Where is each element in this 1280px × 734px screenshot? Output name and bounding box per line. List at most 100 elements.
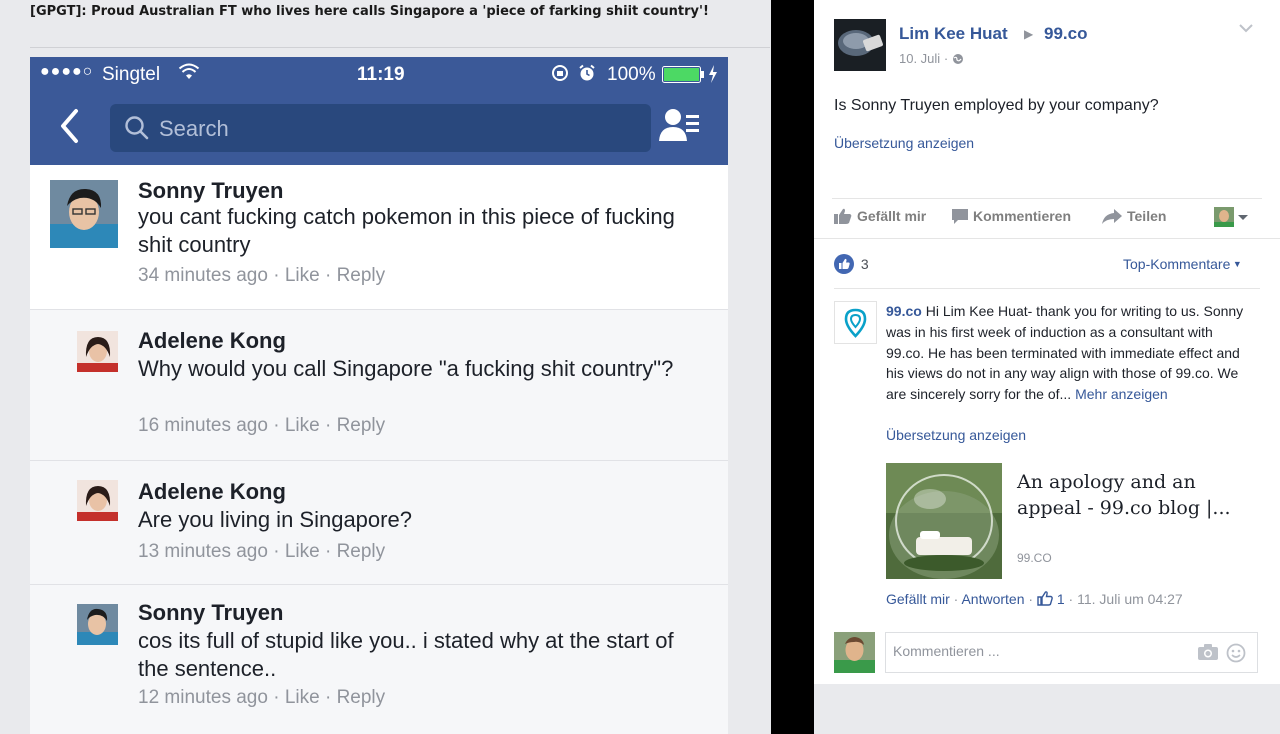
reply-comment: 99.co Hi Lim Kee Huat- thank you for wri…: [886, 301, 1246, 405]
reply-link[interactable]: Reply: [337, 541, 386, 562]
caret-down-icon: [1238, 215, 1248, 220]
comment-time: 34 minutes ago: [138, 265, 268, 286]
rotation-lock-icon: [551, 64, 569, 88]
post-author[interactable]: Lim Kee Huat: [899, 24, 1008, 44]
like-link[interactable]: Like: [285, 415, 320, 436]
battery-percent: 100%: [607, 64, 656, 85]
battery-icon: [662, 66, 706, 90]
facebook-post: Lim Kee Huat ▶ 99.co 10. Juli · Is Sonny…: [814, 0, 1280, 684]
carrier-label: Singtel: [102, 64, 161, 85]
avatar[interactable]: [77, 331, 118, 372]
thumbs-up-outline-icon: [1037, 591, 1053, 606]
comment-field[interactable]: [885, 632, 1258, 673]
target-page[interactable]: 99.co: [1044, 24, 1087, 44]
comment-sort-dropdown[interactable]: Top-Kommentare ▼: [1123, 256, 1242, 272]
signal-icon: ●●●●○: [40, 63, 94, 80]
comment-time: 12 minutes ago: [138, 687, 268, 708]
phone-screenshot: ●●●●○ Singtel 11:19 100% Search Sonny Tr…: [30, 57, 728, 734]
like-summary[interactable]: 3: [834, 254, 869, 274]
charging-icon: [708, 65, 718, 89]
comment-author[interactable]: Sonny Truyen: [138, 600, 283, 626]
comment-text: Are you living in Singapore?: [138, 507, 412, 532]
location-pin-icon: [844, 308, 867, 338]
page-background: [814, 684, 1280, 734]
reply-reply-link[interactable]: Antworten: [961, 591, 1024, 607]
globe-icon: [952, 54, 963, 64]
comment-time: 13 minutes ago: [138, 541, 268, 562]
comment-meta: 16 minutes ago · Like · Reply: [138, 415, 386, 436]
current-user-avatar[interactable]: [834, 632, 875, 673]
share-button[interactable]: Teilen: [1102, 208, 1166, 224]
comment-item: Sonny Truyen you cant fucking catch poke…: [30, 165, 728, 310]
back-button[interactable]: [56, 107, 86, 145]
page-avatar[interactable]: [834, 301, 877, 344]
like-link[interactable]: Like: [285, 687, 320, 708]
reply-like-link[interactable]: Gefällt mir: [886, 591, 950, 607]
reaction-avatar-selector[interactable]: [1214, 207, 1253, 227]
speech-bubble-icon: [952, 209, 968, 224]
post-options-button[interactable]: [1236, 18, 1256, 38]
divider: [814, 238, 1280, 239]
comment-author[interactable]: Adelene Kong: [138, 479, 286, 505]
link-thumbnail: [886, 463, 1002, 579]
divider: [834, 288, 1260, 289]
comment-item: Adelene Kong Why would you call Singapor…: [30, 310, 728, 461]
status-bar: ●●●●○ Singtel 11:19 100%: [30, 57, 728, 91]
comment-text: you cant fucking catch pokemon in this p…: [138, 204, 675, 257]
reply-author[interactable]: 99.co: [886, 303, 922, 319]
search-placeholder: Search: [159, 116, 229, 141]
reply-link[interactable]: Reply: [337, 415, 386, 436]
clock: 11:19: [357, 64, 405, 85]
search-input[interactable]: Search: [110, 104, 651, 152]
like-link[interactable]: Like: [285, 265, 320, 286]
reply-like-count[interactable]: 1: [1037, 591, 1065, 607]
comment-author[interactable]: Adelene Kong: [138, 328, 286, 354]
link-preview-card[interactable]: An apology and an appeal - 99.co blog |.…: [886, 463, 1256, 579]
emoji-icon[interactable]: [1226, 643, 1246, 668]
comment-button[interactable]: Kommentieren: [952, 208, 1071, 224]
link-domain: 99.CO: [1017, 551, 1052, 565]
like-link[interactable]: Like: [285, 541, 320, 562]
post-text: Is Sonny Truyen employed by your company…: [834, 97, 1159, 114]
divider: [832, 198, 1262, 199]
reply-meta: Gefällt mir · Antworten · 1 · 11. Juli u…: [886, 591, 1183, 607]
reply-link[interactable]: Reply: [337, 687, 386, 708]
post-date: 10. Juli ·: [899, 51, 964, 66]
avatar[interactable]: [50, 180, 118, 248]
like-reaction-icon: [834, 254, 854, 274]
avatar[interactable]: [77, 604, 118, 645]
reply-link[interactable]: Reply: [337, 265, 386, 286]
comment-time: 16 minutes ago: [138, 415, 268, 436]
comment-input[interactable]: [891, 642, 1195, 660]
comment-text: Why would you call Singapore "a fucking …: [138, 356, 674, 381]
avatar[interactable]: [77, 480, 118, 521]
chevron-left-icon: [61, 109, 78, 143]
share-arrow-icon: [1102, 209, 1122, 224]
post-date-text[interactable]: 10. Juli: [899, 51, 940, 66]
reply-translate-link[interactable]: Übersetzung anzeigen: [886, 427, 1026, 443]
comment-text: cos its full of stupid like you.. i stat…: [138, 628, 674, 681]
comment-meta: 13 minutes ago · Like · Reply: [138, 541, 386, 562]
thumbs-up-icon: [834, 208, 852, 224]
contacts-button[interactable]: [658, 105, 702, 145]
reply-timestamp[interactable]: 11. Juli um 04:27: [1077, 591, 1183, 607]
alarm-icon: [578, 64, 596, 88]
comment-meta: 12 minutes ago · Like · Reply: [138, 687, 386, 708]
divider: [30, 47, 770, 48]
author-avatar[interactable]: [834, 19, 886, 71]
see-more-link[interactable]: Mehr anzeigen: [1075, 386, 1168, 402]
forum-screenshot-panel: [GPGT]: Proud Australian FT who lives he…: [0, 0, 771, 734]
forum-post-title: [GPGT]: Proud Australian FT who lives he…: [30, 4, 709, 19]
link-title: An apology and an appeal - 99.co blog |.…: [1017, 471, 1231, 519]
comment-author[interactable]: Sonny Truyen: [138, 178, 283, 204]
comment-item: Adelene Kong Are you living in Singapore…: [30, 461, 728, 585]
translate-link[interactable]: Übersetzung anzeigen: [834, 135, 974, 151]
like-count: 3: [860, 256, 869, 272]
arrow-right-icon: ▶: [1024, 27, 1034, 41]
comment-meta: 34 minutes ago · Like · Reply: [138, 265, 386, 286]
wifi-icon: [178, 63, 200, 87]
search-icon: [125, 116, 149, 140]
like-button[interactable]: Gefällt mir: [834, 208, 926, 224]
camera-icon[interactable]: [1197, 643, 1219, 666]
caret-down-icon: ▼: [1230, 259, 1242, 269]
